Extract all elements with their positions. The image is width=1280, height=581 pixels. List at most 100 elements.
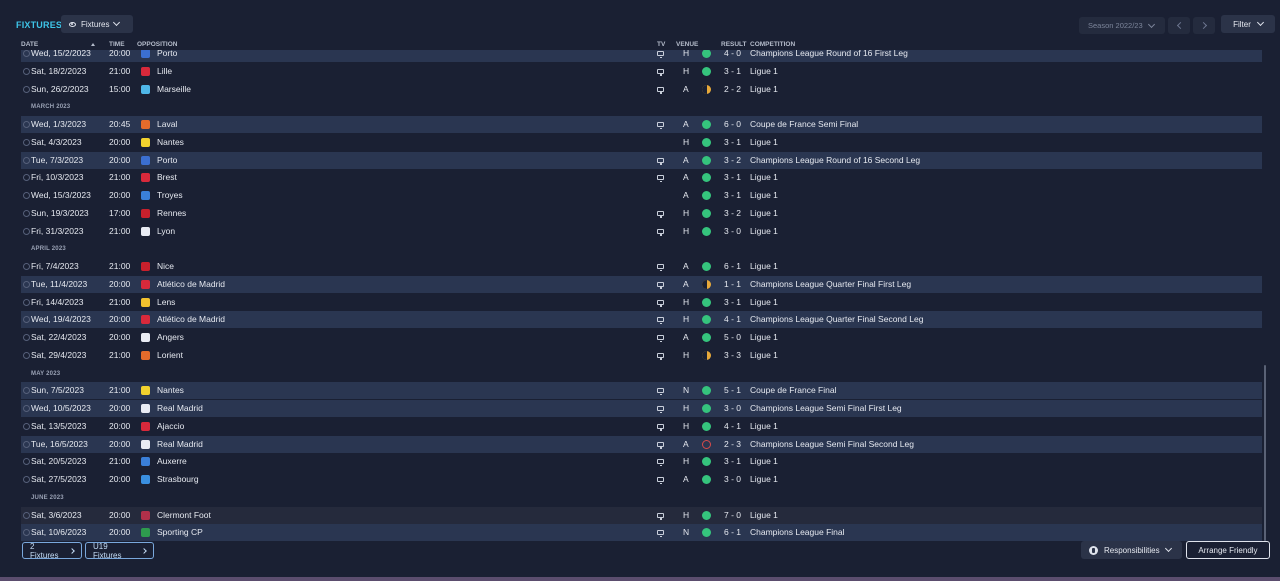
fixture-date[interactable]: Sat, 29/4/2023 — [31, 347, 86, 364]
opposition-name[interactable]: Marseille — [157, 81, 191, 98]
fixture-date[interactable]: Fri, 31/3/2023 — [31, 223, 83, 240]
opposition-name[interactable]: Strasbourg — [157, 471, 199, 488]
fixture-competition[interactable]: Ligue 1 — [750, 258, 778, 275]
opposition-name[interactable]: Nice — [157, 258, 174, 275]
fixture-row[interactable]: Sun, 19/3/2023 17:00 Rennes H 3 - 2 Ligue 1 — [21, 205, 1262, 222]
fixture-date[interactable]: Tue, 11/4/2023 — [31, 276, 87, 293]
fixture-competition[interactable]: Ligue 1 — [750, 81, 778, 98]
fixture-row[interactable]: Wed, 1/3/2023 20:45 Laval A 6 - 0 Coupe de Fr… — [21, 116, 1262, 133]
column-date[interactable]: DATE — [21, 41, 38, 48]
fixture-competition[interactable]: Ligue 1 — [750, 329, 778, 346]
fixture-score[interactable]: 6 - 0 — [724, 116, 741, 133]
fixture-date[interactable]: Sat, 10/6/2023 — [31, 524, 86, 541]
fixture-row[interactable]: Tue, 7/3/2023 20:00 Porto A 3 - 2 Champions L… — [21, 151, 1262, 169]
fixture-score[interactable]: 3 - 2 — [724, 152, 741, 169]
fixture-row[interactable]: Sat, 4/3/2023 20:00 Nantes H 3 - 1 Ligue 1 — [21, 134, 1262, 151]
season-selector[interactable]: Season 2022/23 — [1079, 17, 1165, 34]
column-tv[interactable]: TV — [657, 41, 665, 48]
view-dropdown[interactable]: Fixtures — [61, 15, 133, 33]
column-venue[interactable]: VENUE — [676, 41, 698, 48]
fixture-competition[interactable]: Ligue 1 — [750, 169, 778, 186]
fixture-date[interactable]: Sun, 26/2/2023 — [31, 81, 89, 98]
fixture-score[interactable]: 1 - 1 — [724, 276, 741, 293]
fixture-score[interactable]: 5 - 1 — [724, 382, 741, 399]
fixture-row[interactable]: Sat, 20/5/2023 21:00 Auxerre H 3 - 1 Ligue 1 — [21, 453, 1262, 470]
fixture-competition[interactable]: Coupe de France Final — [750, 382, 836, 399]
fixture-competition[interactable]: Champions League Round of 16 First Leg — [750, 50, 908, 62]
fixture-row[interactable]: Wed, 15/2/2023 20:00 Porto H 4 - 0 Champions … — [21, 50, 1262, 62]
fixture-score[interactable]: 7 - 0 — [724, 507, 741, 524]
fixture-row[interactable]: Fri, 7/4/2023 21:00 Nice A 6 - 1 Ligue 1 — [21, 258, 1262, 275]
opposition-name[interactable]: Sporting CP — [157, 524, 203, 541]
opposition-name[interactable]: Lille — [157, 63, 172, 80]
opposition-name[interactable]: Troyes — [157, 187, 183, 204]
fixture-row[interactable]: Wed, 19/4/2023 20:00 Atlético de Madrid H 4 … — [21, 311, 1262, 329]
scrollbar[interactable] — [1264, 365, 1266, 541]
fixture-row[interactable]: Sat, 22/4/2023 20:00 Angers A 5 - 0 Ligue 1 — [21, 329, 1262, 346]
fixture-score[interactable]: 3 - 1 — [724, 134, 741, 151]
fixture-row[interactable]: Sun, 26/2/2023 15:00 Marseille A 2 - 2 Ligue … — [21, 81, 1262, 98]
fixture-row[interactable]: Sat, 13/5/2023 20:00 Ajaccio H 4 - 1 Ligue 1 — [21, 418, 1262, 435]
fixture-competition[interactable]: Champions League Round of 16 Second Leg — [750, 152, 920, 169]
fixture-date[interactable]: Fri, 14/4/2023 — [31, 294, 83, 311]
opposition-name[interactable]: Real Madrid — [157, 400, 203, 417]
fixture-row[interactable]: Sun, 7/5/2023 21:00 Nantes N 5 - 1 Coupe de F… — [21, 382, 1262, 400]
fixture-competition[interactable]: Ligue 1 — [750, 347, 778, 364]
opposition-name[interactable]: Angers — [157, 329, 184, 346]
fixture-competition[interactable]: Ligue 1 — [750, 134, 778, 151]
fixture-score[interactable]: 3 - 0 — [724, 223, 741, 240]
fixture-date[interactable]: Wed, 10/5/2023 — [31, 400, 91, 417]
fixture-date[interactable]: Wed, 1/3/2023 — [31, 116, 86, 133]
fixture-date[interactable]: Sat, 13/5/2023 — [31, 418, 86, 435]
fixture-date[interactable]: Sat, 20/5/2023 — [31, 453, 86, 470]
filter-button[interactable]: Filter — [1221, 15, 1275, 33]
fixture-date[interactable]: Sat, 27/5/2023 — [31, 471, 86, 488]
column-opposition[interactable]: OPPOSITION — [137, 41, 177, 48]
fixture-score[interactable]: 4 - 1 — [724, 418, 741, 435]
fixture-row[interactable]: Wed, 10/5/2023 20:00 Real Madrid H 3 - 0 Cham… — [21, 400, 1262, 417]
fixture-date[interactable]: Sat, 3/6/2023 — [31, 507, 82, 524]
fixture-row[interactable]: Sat, 10/6/2023 20:00 Sporting CP N 6 - 1 Cham… — [21, 524, 1262, 541]
fixture-score[interactable]: 3 - 2 — [724, 205, 741, 222]
fixture-date[interactable]: Sat, 22/4/2023 — [31, 329, 86, 346]
fixture-date[interactable]: Wed, 19/4/2023 — [31, 311, 91, 328]
fixture-row[interactable]: Sat, 27/5/2023 20:00 Strasbourg A 3 - 0 Ligue… — [21, 471, 1262, 488]
fixture-score[interactable]: 6 - 1 — [724, 524, 741, 541]
opposition-name[interactable]: Porto — [157, 152, 177, 169]
opposition-name[interactable]: Rennes — [157, 205, 186, 222]
fixture-row[interactable]: Tue, 11/4/2023 20:00 Atlético de Madrid A 1 … — [21, 275, 1262, 293]
fixtures-link-button[interactable]: 2 Fixtures — [22, 542, 82, 560]
responsibilities-button[interactable]: Responsibilities — [1081, 541, 1182, 559]
u19-fixtures-button[interactable]: U19 Fixtures — [85, 542, 154, 560]
opposition-name[interactable]: Auxerre — [157, 453, 187, 470]
fixture-row[interactable]: Fri, 14/4/2023 21:00 Lens H 3 - 1 Ligue 1 — [21, 294, 1262, 311]
column-time[interactable]: TIME — [109, 41, 125, 48]
column-result[interactable]: RESULT — [721, 41, 747, 48]
fixture-row[interactable]: Tue, 16/5/2023 20:00 Real Madrid A 2 - 3 Cham… — [21, 435, 1262, 453]
fixture-score[interactable]: 3 - 1 — [724, 63, 741, 80]
fixture-score[interactable]: 3 - 1 — [724, 294, 741, 311]
fixture-competition[interactable]: Ligue 1 — [750, 507, 778, 524]
fixture-score[interactable]: 3 - 1 — [724, 187, 741, 204]
fixture-competition[interactable]: Champions League Quarter Final Second Le… — [750, 311, 923, 328]
fixture-row[interactable]: Sat, 3/6/2023 20:00 Clermont Foot H 7 - 0 Lig… — [21, 506, 1262, 524]
fixture-competition[interactable]: Champions League Quarter Final First Leg — [750, 276, 911, 293]
fixture-competition[interactable]: Ligue 1 — [750, 471, 778, 488]
opposition-name[interactable]: Brest — [157, 169, 177, 186]
opposition-name[interactable]: Nantes — [157, 134, 184, 151]
opposition-name[interactable]: Real Madrid — [157, 436, 203, 453]
fixture-date[interactable]: Sat, 4/3/2023 — [31, 134, 82, 151]
fixture-score[interactable]: 3 - 0 — [724, 471, 741, 488]
fixture-date[interactable]: Sat, 18/2/2023 — [31, 63, 86, 80]
fixture-score[interactable]: 3 - 1 — [724, 169, 741, 186]
fixture-competition[interactable]: Ligue 1 — [750, 453, 778, 470]
fixture-competition[interactable]: Ligue 1 — [750, 187, 778, 204]
fixture-date[interactable]: Sun, 7/5/2023 — [31, 382, 84, 399]
fixture-competition[interactable]: Champions League Semi Final First Leg — [750, 400, 902, 417]
opposition-name[interactable]: Clermont Foot — [157, 507, 211, 524]
fixture-date[interactable]: Sun, 19/3/2023 — [31, 205, 89, 222]
fixture-score[interactable]: 3 - 3 — [724, 347, 741, 364]
fixture-competition[interactable]: Ligue 1 — [750, 223, 778, 240]
opposition-name[interactable]: Atlético de Madrid — [157, 276, 225, 293]
fixture-score[interactable]: 2 - 2 — [724, 81, 741, 98]
